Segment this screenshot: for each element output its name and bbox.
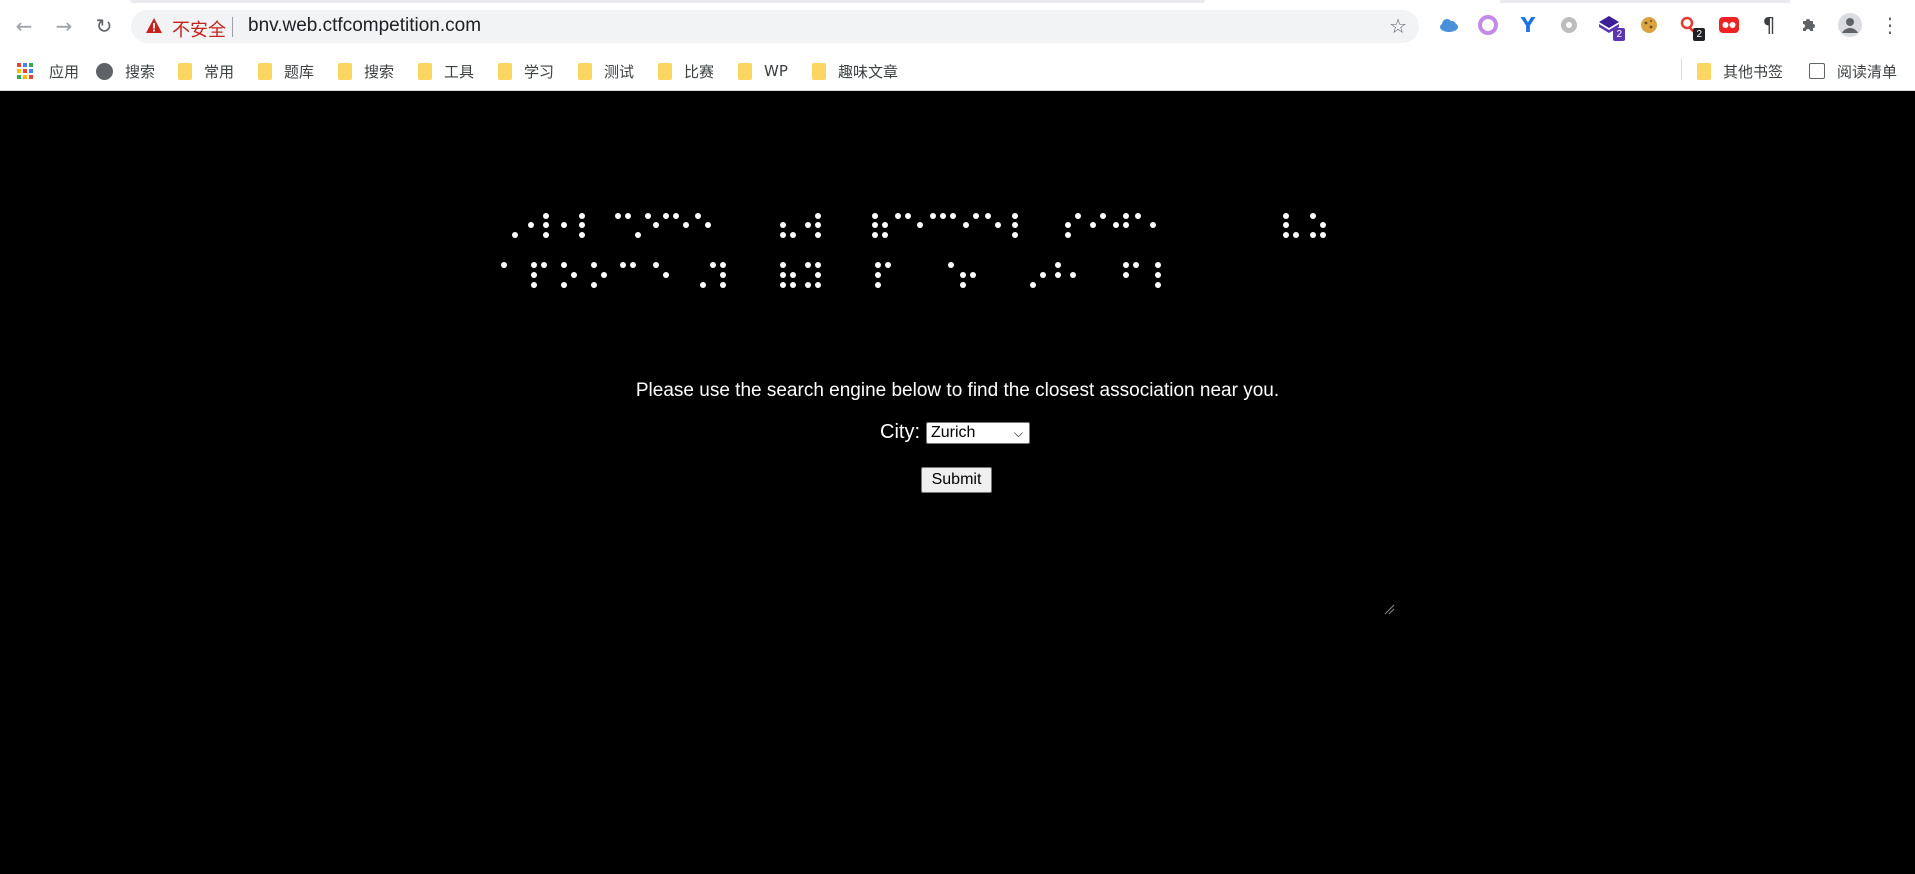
tab-strip-edge <box>130 0 1205 3</box>
bookmark-label: 测试 <box>604 62 635 81</box>
folder-icon <box>658 62 672 80</box>
city-selected-value: Zurich <box>931 423 976 441</box>
ring-icon[interactable] <box>1476 13 1500 37</box>
chevron-down-icon: ⌵ <box>1013 425 1023 440</box>
bookmark-folder[interactable]: 趣味文章 <box>812 61 898 81</box>
puzzle-icon[interactable] <box>1797 13 1821 37</box>
cloud-icon[interactable] <box>1437 13 1461 37</box>
bookmark-label: 比赛 <box>684 62 715 81</box>
extension-badge: 2 <box>1613 28 1625 41</box>
bookmark-label: 阅读清单 <box>1837 62 1898 81</box>
browser-toolbar: ← → ↻ 不安全 bnv.web.ctfcompetition.com ☆ Y… <box>0 0 1915 52</box>
bookmark-other[interactable]: 其他书签 <box>1697 61 1783 81</box>
address-separator <box>232 17 233 37</box>
submit-button[interactable]: Submit <box>921 467 992 493</box>
more-vertical-icon[interactable]: ⋮ <box>1878 13 1902 37</box>
city-row: City: Zurich ⌵ <box>880 421 1030 444</box>
braille-title-image <box>501 213 1326 288</box>
intro-text: Please use the search engine below to fi… <box>635 380 1280 401</box>
bookmark-label: 工具 <box>444 62 475 81</box>
bookmark-label: WP <box>764 62 788 80</box>
pilcrow-icon[interactable]: ¶ <box>1757 13 1781 37</box>
url-text[interactable]: bnv.web.ctfcompetition.com <box>248 15 481 37</box>
bookmark-search-link[interactable]: 搜索 <box>96 61 155 81</box>
extension-badge: 2 <box>1693 28 1705 41</box>
page-content: Please use the search engine below to fi… <box>0 91 1915 874</box>
bookmark-label: 题库 <box>284 62 315 81</box>
reload-icon[interactable]: ↻ <box>90 12 118 40</box>
bookmark-folder[interactable]: 学习 <box>498 61 554 81</box>
folder-icon <box>498 62 512 80</box>
cookie-icon[interactable] <box>1637 13 1661 37</box>
bookmark-folder[interactable]: WP <box>738 61 788 81</box>
bookmark-folder[interactable]: 搜索 <box>338 61 394 81</box>
bookmarks-bar: 应用 搜索 常用 题库 搜索 工具 学习 测试 比赛 WP 趣味文章 其他书签 … <box>0 52 1915 91</box>
bookmark-folder[interactable]: 测试 <box>578 61 634 81</box>
bookmark-label: 常用 <box>204 62 235 81</box>
reading-list-button[interactable]: 阅读清单 <box>1809 61 1897 81</box>
hexagon-icon[interactable]: 2 <box>1597 13 1625 41</box>
bookmark-label: 趣味文章 <box>838 62 899 81</box>
back-icon[interactable]: ← <box>10 12 38 40</box>
bookmarks-divider <box>1681 58 1682 80</box>
folder-icon <box>812 62 826 80</box>
textarea-resize-handle[interactable] <box>1383 603 1395 615</box>
red-eyes-icon[interactable] <box>1717 13 1741 37</box>
bookmark-folder[interactable]: 题库 <box>258 61 314 81</box>
city-select[interactable]: Zurich ⌵ <box>926 421 1030 444</box>
bookmark-folder[interactable]: 比赛 <box>658 61 714 81</box>
forward-icon[interactable]: → <box>50 12 78 40</box>
city-label: City: <box>880 421 920 443</box>
security-label[interactable]: 不安全 <box>172 16 226 42</box>
gear-ball-icon[interactable] <box>1557 13 1581 37</box>
bookmark-label: 学习 <box>524 62 555 81</box>
bookmark-label: 其他书签 <box>1723 62 1784 81</box>
folder-icon <box>338 62 352 80</box>
folder-icon <box>738 62 752 80</box>
bookmark-label: 应用 <box>49 62 80 81</box>
folder-icon <box>258 62 272 80</box>
folder-icon <box>178 62 192 80</box>
address-bar[interactable]: 不安全 bnv.web.ctfcompetition.com ☆ <box>131 10 1419 43</box>
apps-grid-icon <box>17 63 33 79</box>
folder-icon <box>1697 62 1711 80</box>
y-logo-icon[interactable]: Y <box>1516 13 1540 37</box>
folder-icon <box>578 62 592 80</box>
profile-icon[interactable] <box>1838 13 1862 37</box>
bookmark-apps[interactable]: 应用 <box>17 61 79 81</box>
reading-list-icon <box>1809 63 1825 79</box>
bookmark-folder[interactable]: 工具 <box>418 61 474 81</box>
bookmark-folder[interactable]: 常用 <box>178 61 234 81</box>
ribbon-icon[interactable]: 2 <box>1677 13 1705 41</box>
bookmark-star-icon[interactable]: ☆ <box>1389 14 1407 38</box>
globe-icon <box>96 62 113 80</box>
folder-icon <box>418 62 432 80</box>
warning-icon[interactable] <box>145 17 163 35</box>
tab-strip-edge-right <box>1500 0 1790 3</box>
bookmark-label: 搜索 <box>125 62 156 81</box>
bookmark-label: 搜索 <box>364 62 395 81</box>
